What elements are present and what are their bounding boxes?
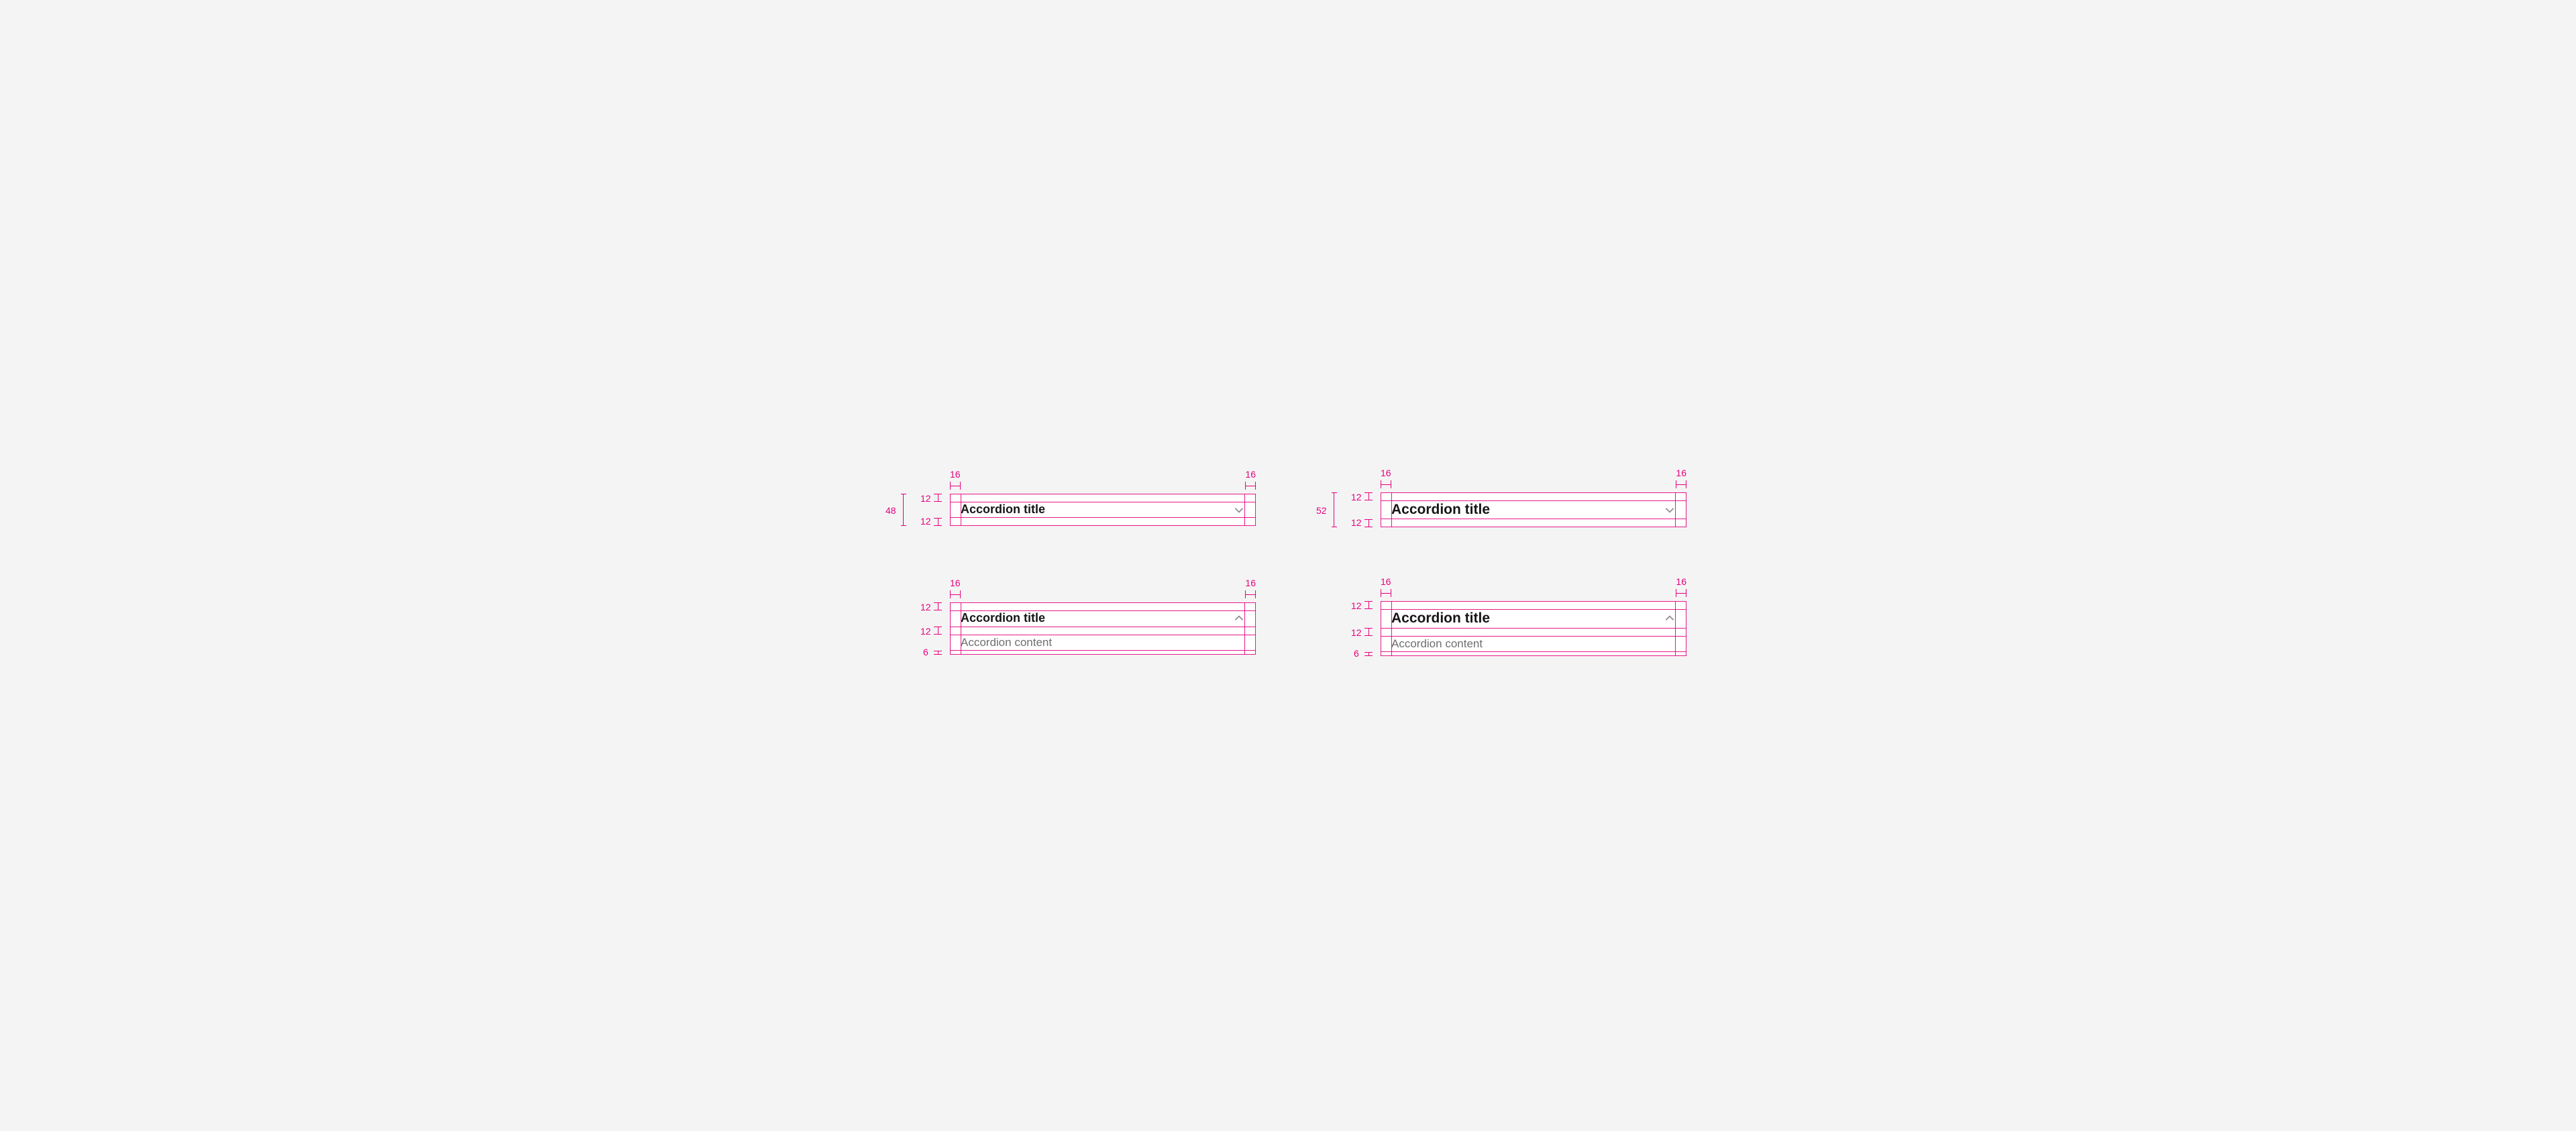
chevron-down-icon [1233, 504, 1245, 516]
spec-label-left-pad: 16 [1381, 468, 1391, 478]
accordion-content: Accordion content [950, 635, 1256, 655]
spec-label-right-pad: 16 [1676, 577, 1686, 586]
spec-bracket-mid-pad [934, 627, 942, 635]
spec-label-top-pad: 12 [1351, 492, 1362, 502]
spec-label-left-pad: 16 [950, 578, 961, 588]
spec-bracket-bottom-pad [1364, 652, 1373, 656]
spec-label-bottom-pad: 12 [920, 517, 931, 526]
spec-label-mid-pad: 12 [920, 627, 931, 636]
spec-label-right-pad: 16 [1245, 578, 1256, 588]
accordion-title: Accordion title [961, 502, 1045, 517]
spec-bracket-top-pad [934, 602, 942, 610]
spec-bracket-left-pad [950, 482, 961, 490]
spec-label-bottom-pad: 12 [1351, 518, 1362, 527]
accordion-collapsed-large: Accordion title [1381, 492, 1686, 527]
spec-label-height: 52 [1316, 506, 1327, 515]
spec-bracket-left-pad [1381, 480, 1391, 488]
spec-label-height: 48 [885, 506, 896, 515]
spec-label-mid-pad: 12 [1351, 628, 1362, 637]
accordion-expanded-small: Accordion title Accordion content [950, 602, 1256, 655]
spec-bracket-right-pad [1245, 590, 1256, 598]
accordion-content: Accordion content [1381, 636, 1686, 656]
spec-bracket-bottom-pad [934, 651, 942, 655]
spec-label-right-pad: 16 [1676, 468, 1686, 478]
spec-bracket-right-pad [1676, 480, 1686, 488]
spec-label-bottom-pad: 6 [923, 647, 928, 657]
accordion-collapsed-small: Accordion title [950, 494, 1256, 526]
spec-bracket-left-pad [950, 590, 961, 598]
spec-bracket-left-pad [1381, 589, 1391, 597]
accordion-header[interactable]: Accordion title [1381, 601, 1686, 636]
accordion-expanded-large: Accordion title Accordion content [1381, 601, 1686, 656]
spec-label-right-pad: 16 [1245, 470, 1256, 479]
accordion-title: Accordion title [961, 611, 1045, 626]
chevron-down-icon [1664, 504, 1676, 516]
spec-bracket-top-pad [934, 494, 942, 502]
spec-bracket-bottom-pad [1364, 519, 1373, 527]
spec-large-expanded: Accordion title Accordion content 16 1 [1381, 601, 1686, 656]
spec-large-collapsed: Accordion title 16 16 12 [1381, 492, 1686, 527]
spec-label-bottom-pad: 6 [1354, 649, 1359, 658]
spec-bracket-height [903, 494, 904, 526]
spec-bracket-mid-pad [1364, 628, 1373, 636]
accordion-header[interactable]: Accordion title [1381, 492, 1686, 527]
spec-bracket-right-pad [1676, 589, 1686, 597]
accordion-header[interactable]: Accordion title [950, 602, 1256, 635]
accordion-title: Accordion title [1391, 501, 1490, 518]
chevron-up-icon [1664, 612, 1676, 625]
spec-label-left-pad: 16 [1381, 577, 1391, 586]
spec-label-top-pad: 12 [1351, 601, 1362, 610]
spec-canvas: Accordion title 16 16 [773, 339, 1803, 792]
accordion-header[interactable]: Accordion title [950, 494, 1256, 526]
spec-label-top-pad: 12 [920, 494, 931, 503]
spec-small-collapsed: Accordion title 16 16 [950, 494, 1256, 526]
accordion-title: Accordion title [1391, 610, 1490, 627]
spec-bracket-right-pad [1245, 482, 1256, 490]
spec-label-top-pad: 12 [920, 602, 931, 612]
spec-small-expanded: Accordion title Accordion content 16 1 [950, 602, 1256, 655]
spec-bracket-bottom-pad [934, 518, 942, 526]
chevron-up-icon [1233, 612, 1245, 625]
spec-label-left-pad: 16 [950, 470, 961, 479]
spec-bracket-top-pad [1364, 601, 1373, 609]
spec-bracket-top-pad [1364, 492, 1373, 500]
